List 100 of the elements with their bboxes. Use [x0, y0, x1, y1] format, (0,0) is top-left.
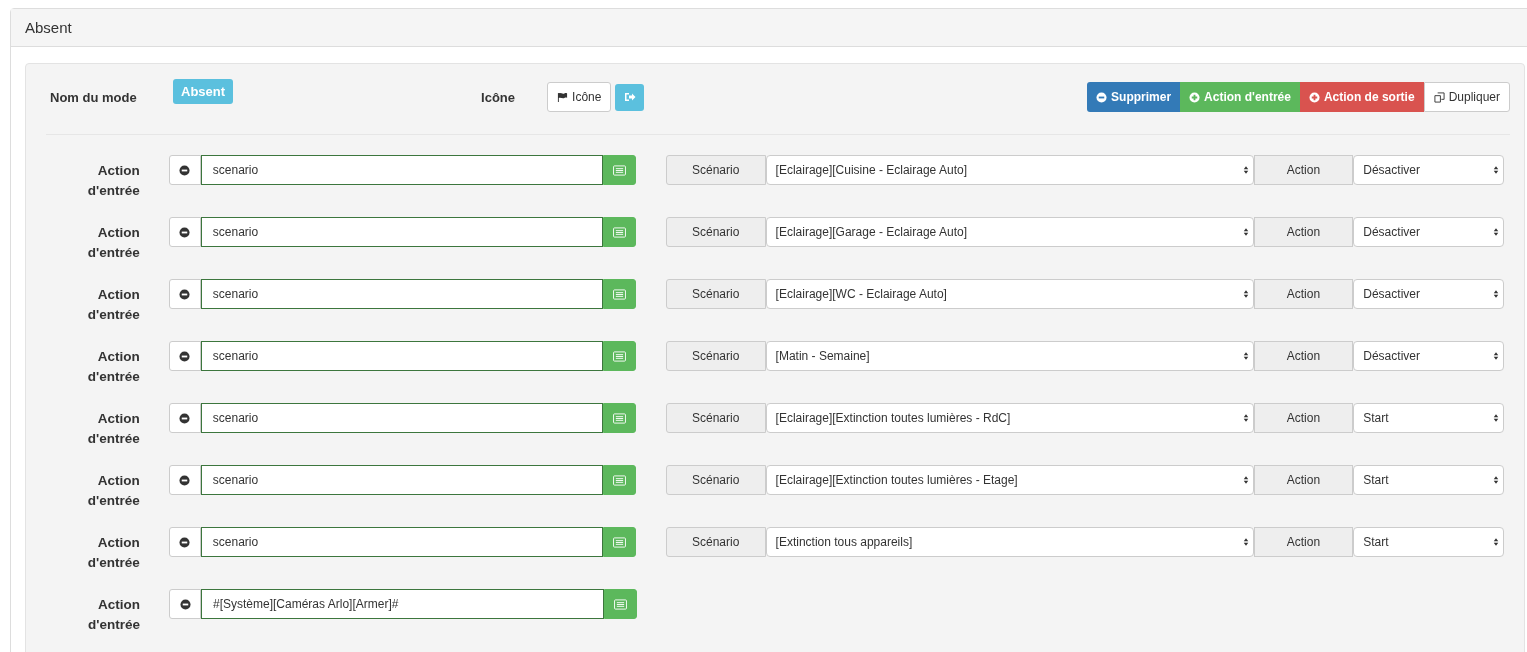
field-label: Nom du mode	[49, 89, 138, 105]
scenario-select[interactable]: [Extinction tous appareils]	[765, 527, 1254, 557]
action-tag: Action	[1253, 527, 1354, 557]
command-field[interactable]: scenario	[200, 341, 603, 371]
action-label: Action d'entrée	[86, 162, 140, 200]
remove-button[interactable]	[168, 465, 201, 495]
action-label: Action d'entrée	[86, 410, 140, 448]
updown-caret-icon	[1242, 475, 1249, 485]
remove-button[interactable]	[168, 341, 201, 371]
list-icon	[612, 226, 626, 238]
list-button[interactable]	[602, 341, 636, 371]
list-icon	[612, 536, 626, 548]
updown-caret-icon	[1493, 413, 1499, 423]
list-icon	[612, 288, 626, 300]
list-button[interactable]	[602, 465, 636, 495]
action-select[interactable]: Start	[1353, 465, 1504, 495]
plus-circle-icon	[1189, 91, 1201, 103]
action-tag: Action	[1253, 279, 1354, 309]
panel-title: Absent	[25, 19, 72, 36]
action-tag: Action	[1253, 403, 1354, 433]
scenario-select[interactable]: [Eclairage][Extinction toutes lumières - RdC]	[765, 403, 1254, 433]
action-tag: Action	[1253, 217, 1354, 247]
action-tag: Action	[1253, 465, 1354, 495]
scenario-select[interactable]: [Matin - Semaine]	[765, 341, 1254, 371]
updown-caret-icon	[1493, 351, 1499, 361]
remove-button[interactable]	[168, 217, 201, 247]
flag-icon	[557, 91, 569, 103]
action-tag: Action	[1253, 155, 1354, 185]
list-button[interactable]	[602, 217, 636, 247]
list-icon	[614, 598, 627, 610]
scenario-select[interactable]: [Eclairage][WC - Eclairage Auto]	[765, 279, 1254, 309]
updown-caret-icon	[1493, 475, 1499, 485]
remove-button[interactable]	[168, 155, 201, 185]
remove-button[interactable]: Supprimer	[1087, 82, 1181, 112]
command-field[interactable]: scenario	[200, 279, 603, 309]
updown-caret-icon	[1242, 227, 1249, 237]
minus-circle-icon	[179, 226, 191, 238]
scenario-label: Scénario	[665, 465, 766, 495]
plus-circle-icon	[1308, 91, 1320, 103]
list-button[interactable]	[602, 279, 636, 309]
list-icon	[612, 350, 626, 362]
action-select[interactable]: Désactiver	[1353, 341, 1504, 371]
scenario-select[interactable]: [Eclairage][Extinction toutes lumières - Etage]	[765, 465, 1254, 495]
icon-button[interactable]: Icône	[547, 82, 612, 112]
scenario-select[interactable]: [Eclairage][Cuisine - Eclairage Auto]	[765, 155, 1254, 185]
command-field[interactable]: scenario	[200, 465, 603, 495]
scenario-label: Scénario	[665, 155, 766, 185]
scenario-label: Scénario	[665, 403, 766, 433]
list-icon	[612, 412, 626, 424]
updown-caret-icon	[1242, 537, 1249, 547]
field-label: Icône	[481, 89, 517, 105]
action-label: Action d'entrée	[86, 224, 140, 262]
scenario-select[interactable]: [Eclairage][Garage - Eclairage Auto]	[765, 217, 1254, 247]
action-select[interactable]: Start	[1353, 403, 1504, 433]
updown-caret-icon	[1493, 537, 1499, 547]
scenario-label: Scénario	[665, 341, 766, 371]
list-button[interactable]	[602, 155, 636, 185]
updown-caret-icon	[1493, 165, 1499, 175]
minus-circle-icon	[179, 164, 191, 176]
minus-circle-icon	[179, 288, 191, 300]
list-button[interactable]	[602, 403, 636, 433]
scenario-label: Scénario	[665, 279, 766, 309]
command-field[interactable]: scenario	[200, 217, 603, 247]
list-icon	[612, 474, 626, 486]
updown-caret-icon	[1242, 351, 1249, 361]
remove-button[interactable]	[168, 403, 201, 433]
minus-circle-icon	[179, 350, 191, 362]
command-field[interactable]: scenario	[200, 403, 603, 433]
remove-button[interactable]	[168, 527, 201, 557]
add-exit-button[interactable]: Action de sortie	[1299, 82, 1424, 112]
minus-circle-icon	[179, 536, 191, 548]
list-icon	[612, 164, 626, 176]
action-select[interactable]: Start	[1353, 527, 1504, 557]
action-label: Action d'entrée	[86, 286, 140, 324]
minus-circle-icon	[1096, 91, 1108, 103]
action-label: Action d'entrée	[86, 348, 140, 386]
minus-circle-icon	[179, 598, 191, 610]
action-select[interactable]: Désactiver	[1353, 155, 1504, 185]
command-field[interactable]: #[Système][Caméras Arlo][Armer]#	[201, 589, 604, 619]
action-label: Action d'entrée	[86, 472, 140, 510]
command-field[interactable]: scenario	[200, 155, 603, 185]
command-field[interactable]: scenario	[200, 527, 603, 557]
scenario-label: Scénario	[665, 527, 766, 557]
updown-caret-icon	[1242, 165, 1249, 175]
sign-out-icon	[623, 91, 636, 103]
remove-button[interactable]	[169, 589, 201, 619]
action-select[interactable]: Désactiver	[1353, 279, 1504, 309]
updown-caret-icon	[1242, 289, 1249, 299]
action-tag: Action	[1253, 341, 1354, 371]
minus-circle-icon	[179, 412, 191, 424]
list-button[interactable]	[602, 527, 636, 557]
remove-button[interactable]	[168, 279, 201, 309]
duplicate-button[interactable]: Dupliquer	[1423, 82, 1510, 112]
scenario-label: Scénario	[665, 217, 766, 247]
action-label: Action d'entrée	[86, 534, 140, 572]
updown-caret-icon	[1493, 227, 1499, 237]
minus-circle-icon	[179, 474, 191, 486]
action-select[interactable]: Désactiver	[1353, 217, 1504, 247]
action-label: Action d'entrée	[87, 596, 140, 634]
updown-caret-icon	[1493, 289, 1499, 299]
